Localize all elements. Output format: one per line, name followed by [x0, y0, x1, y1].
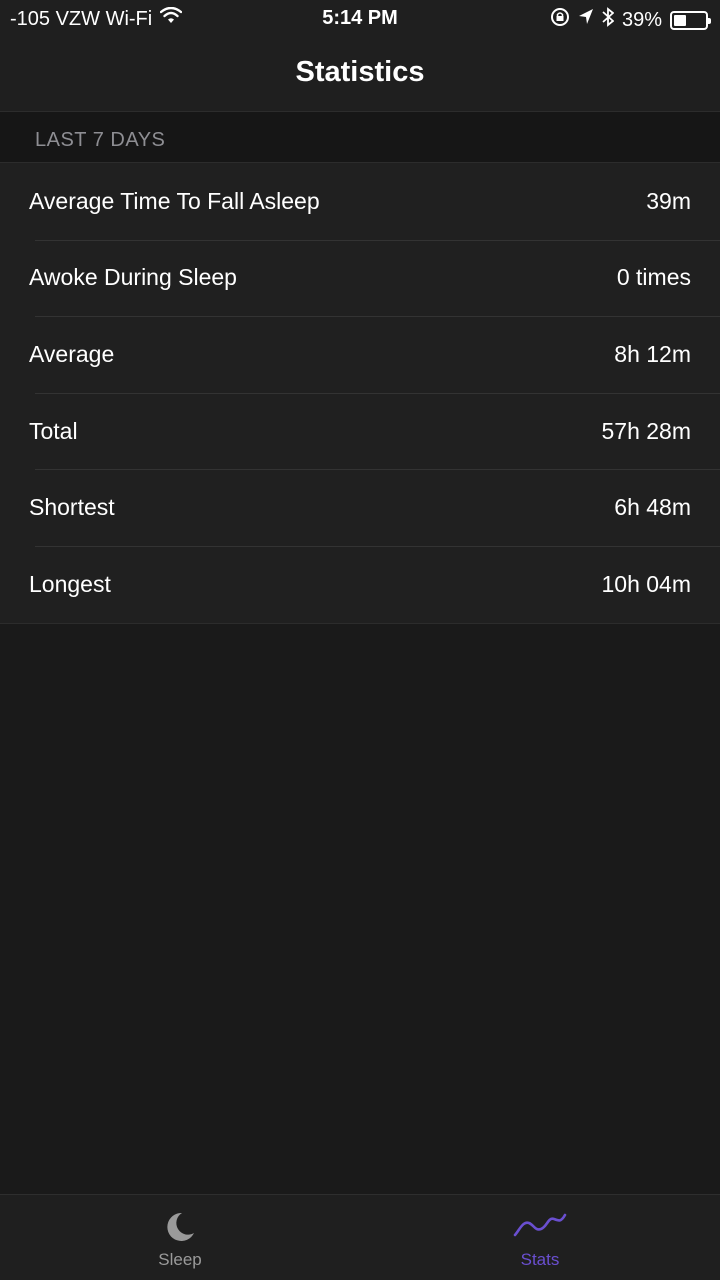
- battery-level-fill: [674, 14, 686, 26]
- stat-label: Total: [29, 417, 78, 444]
- bluetooth-icon: [602, 7, 615, 33]
- stat-label: Average Time To Fall Asleep: [29, 187, 320, 214]
- navigation-bar: Statistics: [0, 38, 720, 112]
- moon-icon: [162, 1209, 198, 1247]
- stat-value: 10h 04m: [601, 570, 691, 597]
- section-header-label: LAST 7 DAYS: [35, 129, 166, 151]
- tab-sleep[interactable]: Sleep: [0, 1195, 360, 1280]
- rotation-lock-icon: [550, 7, 570, 33]
- section-header: LAST 7 DAYS: [0, 112, 720, 163]
- stat-row-longest: Longest 10h 04m: [0, 545, 720, 623]
- stat-row-total: Total 57h 28m: [0, 392, 720, 470]
- stat-row-shortest: Shortest 6h 48m: [0, 469, 720, 546]
- location-icon: [578, 8, 594, 32]
- statistics-screen: -105 VZW Wi-Fi 5:14 PM 39% Statistics LA…: [0, 0, 720, 1280]
- battery-tip: [708, 17, 711, 24]
- stat-value: 0 times: [616, 264, 691, 291]
- stat-value: 8h 12m: [614, 340, 691, 367]
- stat-value: 6h 48m: [614, 494, 691, 521]
- stat-label: Longest: [29, 570, 111, 597]
- stat-row-average: Average 8h 12m: [0, 316, 720, 393]
- stat-label: Shortest: [29, 494, 115, 521]
- stat-value: 39m: [646, 187, 691, 214]
- stat-value: 57h 28m: [601, 417, 691, 444]
- battery-percent: 39%: [621, 8, 662, 31]
- tab-bar: Sleep Stats: [0, 1194, 720, 1280]
- status-bar: -105 VZW Wi-Fi 5:14 PM 39%: [0, 0, 720, 38]
- status-right: 39%: [550, 7, 711, 33]
- stat-label: Awoke During Sleep: [29, 264, 237, 291]
- stats-list: Average Time To Fall Asleep 39m Awoke Du…: [0, 163, 720, 624]
- stat-label: Average: [29, 340, 115, 367]
- page-title: Statistics: [295, 56, 425, 88]
- stat-row-average-time-to-fall-asleep: Average Time To Fall Asleep 39m: [0, 163, 720, 240]
- battery-icon: [670, 10, 711, 30]
- stat-row-awoke-during-sleep: Awoke During Sleep 0 times: [0, 239, 720, 317]
- stats-wave-icon: [512, 1209, 568, 1247]
- tab-stats[interactable]: Stats: [360, 1195, 720, 1280]
- tab-stats-label: Stats: [520, 1250, 560, 1269]
- tab-sleep-label: Sleep: [158, 1250, 202, 1269]
